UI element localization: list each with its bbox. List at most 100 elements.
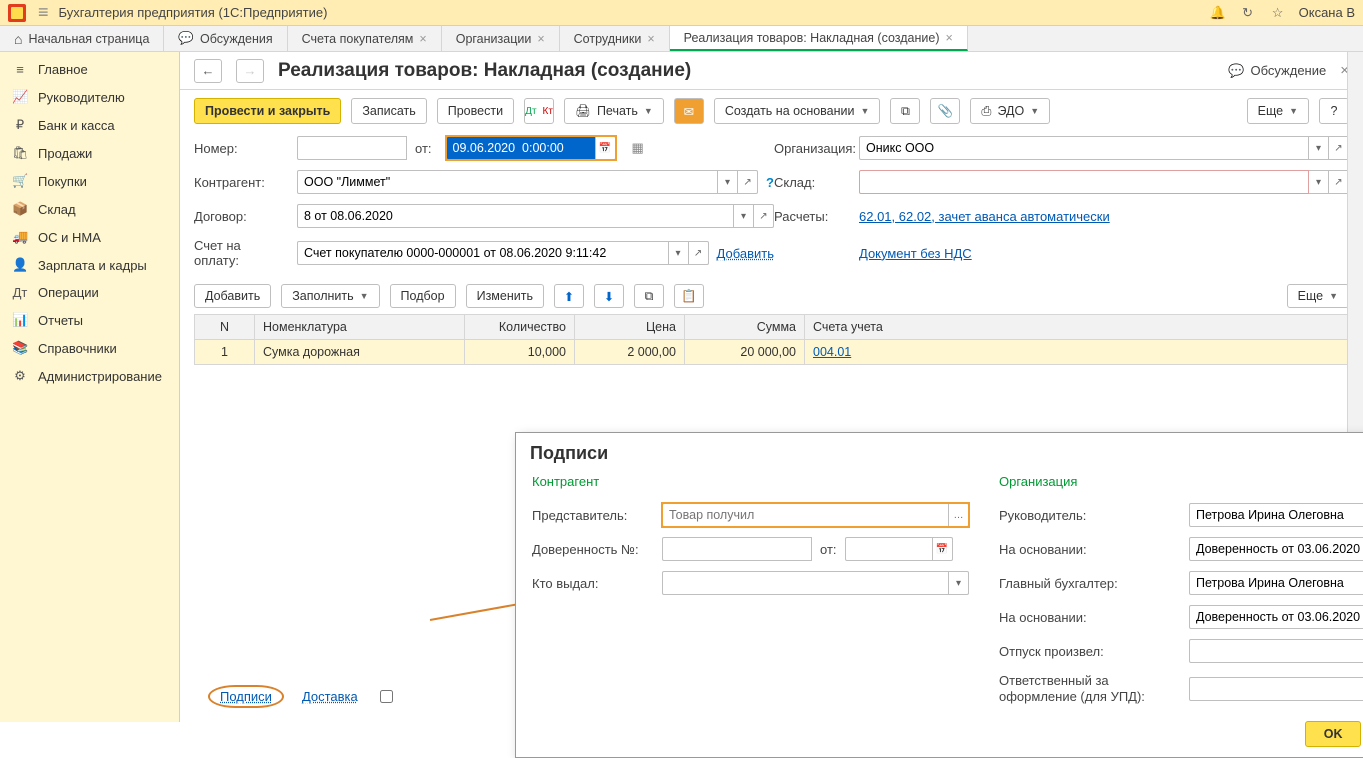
open-icon[interactable]: ↗	[1329, 136, 1349, 160]
user-name[interactable]: Оксана В	[1299, 5, 1355, 20]
barcode-icon[interactable]: ▦	[632, 140, 644, 156]
basis1-field[interactable]: ▾ ↗	[1189, 537, 1363, 561]
copy-button[interactable]: ⧉	[634, 284, 664, 308]
warehouse-field[interactable]: ▾ ↗	[859, 170, 1349, 194]
delivery-checkbox[interactable]	[380, 690, 393, 703]
sidebar-item-purchases[interactable]: 🛒Покупки	[0, 167, 179, 195]
chevron-down-icon[interactable]: ▾	[669, 241, 689, 265]
chevron-down-icon[interactable]: ▾	[718, 170, 738, 194]
chevron-down-icon[interactable]: ▾	[949, 571, 969, 595]
contract-field[interactable]: ▾ ↗	[297, 204, 774, 228]
attach-button[interactable]: 📎	[930, 98, 960, 124]
col-quantity[interactable]: Количество	[465, 315, 575, 339]
tab-employees[interactable]: Сотрудники×	[560, 26, 670, 51]
sidebar-item-bank[interactable]: ₽Банк и касса	[0, 111, 179, 139]
tab-invoices[interactable]: Счета покупателям×	[288, 26, 442, 51]
fill-button[interactable]: Заполнить▼	[281, 284, 379, 308]
help-icon[interactable]: ?	[766, 175, 774, 190]
accountant-field[interactable]: ▾ ↗	[1189, 571, 1363, 595]
open-icon[interactable]: ↗	[689, 241, 709, 265]
delivery-link[interactable]: Доставка	[302, 689, 358, 704]
org-field[interactable]: ▾ ↗	[859, 136, 1349, 160]
create-on-basis-button[interactable]: Создать на основании▼	[714, 98, 881, 124]
star-icon[interactable]: ☆	[1269, 5, 1287, 21]
close-icon[interactable]: ×	[419, 32, 426, 46]
representative-field[interactable]: …	[662, 503, 969, 527]
chevron-down-icon[interactable]: ▾	[734, 204, 754, 228]
print-button[interactable]: 🖨Печать▼	[564, 98, 664, 124]
sidebar-item-manager[interactable]: 📈Руководителю	[0, 83, 179, 111]
discussion-button[interactable]: 💬Обсуждение	[1228, 63, 1326, 79]
sidebar-item-reports[interactable]: 📊Отчеты	[0, 306, 179, 334]
sidebar-item-refs[interactable]: 📚Справочники	[0, 334, 179, 362]
change-button[interactable]: Изменить	[466, 284, 544, 308]
post-button[interactable]: Провести	[437, 98, 514, 124]
no-vat-link[interactable]: Документ без НДС	[859, 246, 972, 261]
col-sum[interactable]: Сумма	[685, 315, 805, 339]
ellipsis-icon[interactable]: …	[949, 503, 969, 527]
back-button[interactable]: ←	[194, 59, 222, 83]
proxy-number-field[interactable]	[662, 537, 812, 561]
col-n[interactable]: N	[195, 315, 255, 339]
more-button[interactable]: Еще▼	[1247, 98, 1309, 124]
account-link[interactable]: 004.01	[813, 345, 851, 359]
sidebar-item-payroll[interactable]: 👤Зарплата и кадры	[0, 251, 179, 279]
open-icon[interactable]: ↗	[738, 170, 758, 194]
tab-orgs[interactable]: Организации×	[442, 26, 560, 51]
tab-home[interactable]: ⌂Начальная страница	[0, 26, 164, 51]
responsible-field[interactable]: ▾ ↗	[1189, 677, 1363, 701]
close-icon[interactable]: ×	[945, 31, 952, 45]
basis2-field[interactable]: ▾ ↗	[1189, 605, 1363, 629]
save-button[interactable]: Записать	[351, 98, 426, 124]
edo-button[interactable]: ⎙ЭДО▼	[970, 98, 1050, 124]
table-row[interactable]: 1 Сумка дорожная 10,000 2 000,00 20 000,…	[195, 340, 1348, 364]
paste-button[interactable]: 📋	[674, 284, 704, 308]
proxy-date-field[interactable]: 📅	[845, 537, 953, 561]
items-more-button[interactable]: Еще▼	[1287, 284, 1349, 308]
help-button[interactable]: ?	[1319, 98, 1349, 124]
close-icon[interactable]: ×	[647, 32, 654, 46]
dt-kt-button[interactable]: ДтКт	[524, 98, 554, 124]
release-field[interactable]: ▾ ↗	[1189, 639, 1363, 663]
sidebar-item-operations[interactable]: ДтОперации	[0, 279, 179, 306]
select-button[interactable]: Подбор	[390, 284, 456, 308]
number-field[interactable]	[297, 136, 407, 160]
add-item-button[interactable]: Добавить	[194, 284, 271, 308]
post-close-button[interactable]: Провести и закрыть	[194, 98, 341, 124]
history-icon[interactable]: ↻	[1239, 5, 1257, 21]
forward-button[interactable]: →	[236, 59, 264, 83]
move-down-button[interactable]: ⬇	[594, 284, 624, 308]
sidebar-item-assets[interactable]: 🚚ОС и НМА	[0, 223, 179, 251]
sidebar-item-warehouse[interactable]: 📦Склад	[0, 195, 179, 223]
menu-icon[interactable]: ≡	[38, 2, 49, 23]
date-field[interactable]: 📅	[446, 136, 616, 160]
calendar-icon[interactable]: 📅	[596, 136, 616, 160]
contragent-field[interactable]: ▾ ↗	[297, 170, 758, 194]
col-accounts[interactable]: Счета учета	[805, 315, 1348, 339]
invoice-field[interactable]: ▾ ↗	[297, 241, 709, 265]
calendar-icon[interactable]: 📅	[933, 537, 953, 561]
issuedby-field[interactable]: ▾	[662, 571, 969, 595]
sidebar-item-main[interactable]: ≡Главное	[0, 56, 179, 83]
tab-discussions[interactable]: 💬Обсуждения	[164, 26, 287, 51]
chevron-down-icon[interactable]: ▾	[1309, 136, 1329, 160]
manager-field[interactable]: ▾ ↗	[1189, 503, 1363, 527]
sidebar-item-admin[interactable]: ⚙Администрирование	[0, 362, 179, 390]
col-price[interactable]: Цена	[575, 315, 685, 339]
chevron-down-icon[interactable]: ▾	[1309, 170, 1329, 194]
open-icon[interactable]: ↗	[1329, 170, 1349, 194]
print-icon: 🖨	[575, 104, 591, 119]
open-icon[interactable]: ↗	[754, 204, 774, 228]
close-icon[interactable]: ×	[537, 32, 544, 46]
col-nomenclature[interactable]: Номенклатура	[255, 315, 465, 339]
settlements-link[interactable]: 62.01, 62.02, зачет аванса автоматически	[859, 209, 1110, 224]
link-button[interactable]: ⧉	[890, 98, 920, 124]
move-up-button[interactable]: ⬆	[554, 284, 584, 308]
add-invoice-link[interactable]: Добавить	[717, 246, 774, 261]
ok-button[interactable]: OK	[1305, 721, 1361, 747]
signatures-link[interactable]: Подписи	[220, 689, 272, 704]
sidebar-item-sales[interactable]: 🛍Продажи	[0, 139, 179, 167]
tab-doc-active[interactable]: Реализация товаров: Накладная (создание)…	[670, 26, 968, 51]
bell-icon[interactable]: 🔔	[1209, 5, 1227, 21]
mail-button[interactable]: ✉	[674, 98, 704, 124]
